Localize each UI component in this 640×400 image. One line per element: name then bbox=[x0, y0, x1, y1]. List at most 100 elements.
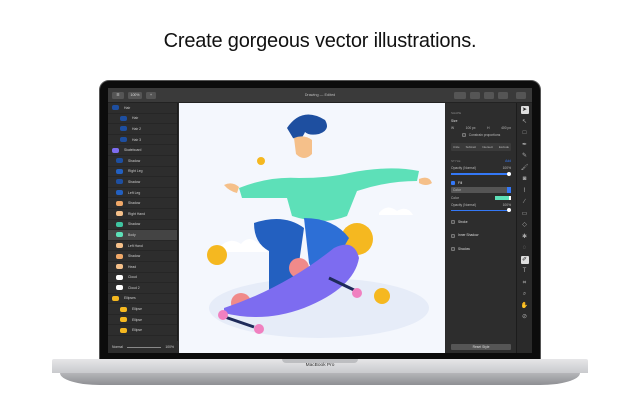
layer-item[interactable]: Ellipses bbox=[108, 294, 177, 305]
constrain-checkbox[interactable] bbox=[461, 133, 466, 138]
h-label: H bbox=[487, 126, 490, 130]
opacity-slider[interactable] bbox=[451, 172, 511, 175]
knife-tool-icon[interactable]: ∕ bbox=[521, 198, 529, 206]
fill-checkbox[interactable] bbox=[451, 180, 455, 185]
blend-mode[interactable]: Normal bbox=[112, 345, 123, 349]
layer-item[interactable]: Head bbox=[108, 262, 177, 273]
brush-tool-icon[interactable]: 🖌 bbox=[521, 164, 529, 172]
layer-thumbnail bbox=[116, 243, 123, 249]
layer-name: Ellipse bbox=[132, 307, 142, 312]
layer-item[interactable]: Shadow bbox=[108, 251, 177, 262]
pen-tool-icon[interactable]: ✒ bbox=[521, 141, 529, 149]
select-tool-icon[interactable]: ➤ bbox=[520, 106, 529, 114]
layers-panel: Hair Hair Hair 2 Hair 3 Skateboard Shadow Righ… bbox=[108, 103, 178, 353]
eraser-tool-icon[interactable]: ▭ bbox=[521, 210, 529, 218]
title-bar: ☰ 100% + Drawing — Edited bbox=[108, 88, 532, 103]
layer-item[interactable]: Hair 2 bbox=[108, 124, 177, 135]
laptop-bottom bbox=[60, 373, 580, 385]
layer-item[interactable]: Left Hand bbox=[108, 241, 177, 252]
layer-item[interactable]: Shadow bbox=[108, 177, 177, 188]
layer-thumbnail bbox=[120, 126, 127, 132]
canvas[interactable] bbox=[179, 103, 445, 353]
layer-item[interactable]: Ellipse bbox=[108, 315, 177, 326]
toolbar-button-1[interactable] bbox=[454, 92, 466, 99]
layer-thumbnail bbox=[116, 221, 123, 227]
width-field[interactable]: 100 px bbox=[466, 126, 476, 130]
layer-item[interactable]: Hair 3 bbox=[108, 135, 177, 146]
rect-tool-icon[interactable]: □ bbox=[521, 129, 529, 137]
eyedropper-tool-icon[interactable]: ⌇ bbox=[521, 187, 529, 195]
text-tool-icon[interactable]: T bbox=[521, 267, 529, 275]
picker-tool-icon[interactable]: ⊘ bbox=[521, 313, 529, 321]
layer-item[interactable]: Shadow bbox=[108, 156, 177, 167]
layer-item[interactable]: Cloud 2 bbox=[108, 283, 177, 294]
layer-name: Hair 2 bbox=[132, 126, 142, 131]
toolbar-button-4[interactable] bbox=[498, 92, 508, 99]
layer-name: Ellipse bbox=[132, 328, 142, 333]
bucket-tool-icon[interactable]: ◙ bbox=[521, 175, 529, 183]
w-label: W bbox=[451, 126, 455, 130]
layer-thumbnail bbox=[112, 147, 119, 153]
layer-item[interactable]: Hair bbox=[108, 114, 177, 125]
intersect-button[interactable]: Intersect bbox=[482, 145, 493, 149]
toolbar-button-2[interactable] bbox=[470, 92, 480, 99]
unite-button[interactable]: Unite bbox=[453, 145, 460, 149]
ellipse bbox=[374, 288, 390, 304]
layer-thumbnail bbox=[120, 115, 127, 121]
layer-item[interactable]: Left Leg bbox=[108, 188, 177, 199]
layer-thumbnail bbox=[120, 327, 127, 333]
layer-name: Shadow bbox=[128, 158, 141, 163]
direct-select-tool-icon[interactable]: ↖ bbox=[521, 118, 529, 126]
toolbar-button-5[interactable] bbox=[516, 92, 526, 99]
layer-item[interactable]: Right Hand bbox=[108, 209, 177, 220]
zoom-tool-icon[interactable]: ⌕ bbox=[521, 290, 529, 298]
layer-opacity[interactable]: 100% bbox=[165, 345, 174, 349]
layer-name: Right Hand bbox=[128, 211, 145, 216]
pencil-tool-icon[interactable]: ✎ bbox=[521, 152, 529, 160]
layer-item[interactable]: Hair bbox=[108, 103, 177, 114]
fill-opacity-label: Opacity (Normal) bbox=[451, 202, 476, 207]
style-add-button[interactable]: Add bbox=[505, 159, 511, 163]
shadow-label: Shadow bbox=[458, 246, 470, 251]
height-field[interactable]: 400 px bbox=[501, 126, 511, 130]
fill-label: Fill bbox=[458, 180, 463, 185]
layer-item[interactable]: Body bbox=[108, 230, 177, 241]
layer-thumbnail bbox=[120, 137, 127, 143]
app-window: ☰ 100% + Drawing — Edited Hair Hair Hair 2… bbox=[108, 88, 532, 353]
layer-item[interactable]: Shadow bbox=[108, 220, 177, 231]
subtract-button[interactable]: Subtract bbox=[466, 145, 476, 149]
layer-name: Shadow bbox=[128, 254, 141, 259]
tools-bar: ➤ ↖ □ ✒ ✎ 🖌 ◙ ⌇ ∕ ▭ ◇ ✱ ◌ ✐ T ⌗ ⌕ ✋ ⊘ bbox=[516, 103, 532, 353]
layer-name: Shadow bbox=[128, 179, 141, 184]
reset-style-button[interactable]: Reset Style bbox=[451, 344, 511, 350]
star-tool-icon[interactable]: ✱ bbox=[521, 233, 529, 241]
fill-opacity-slider[interactable] bbox=[451, 208, 511, 212]
layer-thumbnail bbox=[116, 285, 123, 291]
layer-name: Left Hand bbox=[128, 243, 143, 248]
exclude-button[interactable]: Exclude bbox=[499, 145, 509, 149]
layer-name: Ellipses bbox=[124, 296, 136, 301]
layer-name: Skateboard bbox=[124, 148, 142, 153]
layer-thumbnail bbox=[112, 295, 119, 301]
ellipse bbox=[257, 157, 265, 165]
shape-tool-icon[interactable]: ◇ bbox=[521, 221, 529, 229]
layer-item[interactable]: Ellipse bbox=[108, 325, 177, 337]
layer-item[interactable]: Cloud bbox=[108, 273, 177, 284]
fill-color-swatch[interactable] bbox=[495, 195, 511, 200]
crop-tool-icon[interactable]: ⌗ bbox=[521, 279, 529, 287]
layer-item[interactable]: Shadow bbox=[108, 198, 177, 209]
paint-tool-icon[interactable]: ✐ bbox=[520, 255, 529, 264]
layer-item[interactable]: Ellipse bbox=[108, 304, 177, 315]
shadow-checkbox[interactable] bbox=[451, 246, 455, 251]
layer-name: Head bbox=[128, 264, 137, 269]
hand-tool-icon[interactable]: ✋ bbox=[521, 302, 529, 310]
fill-type-select[interactable]: Color bbox=[451, 186, 511, 193]
layer-item[interactable]: Skateboard bbox=[108, 145, 177, 156]
stroke-checkbox[interactable] bbox=[451, 220, 455, 225]
layer-thumbnail bbox=[116, 179, 123, 185]
layer-name: Left Leg bbox=[128, 190, 141, 195]
inner-shadow-checkbox[interactable] bbox=[451, 233, 455, 238]
lasso-tool-icon[interactable]: ◌ bbox=[521, 244, 529, 252]
layer-item[interactable]: Right Leg bbox=[108, 167, 177, 178]
toolbar-button-3[interactable] bbox=[484, 92, 494, 99]
